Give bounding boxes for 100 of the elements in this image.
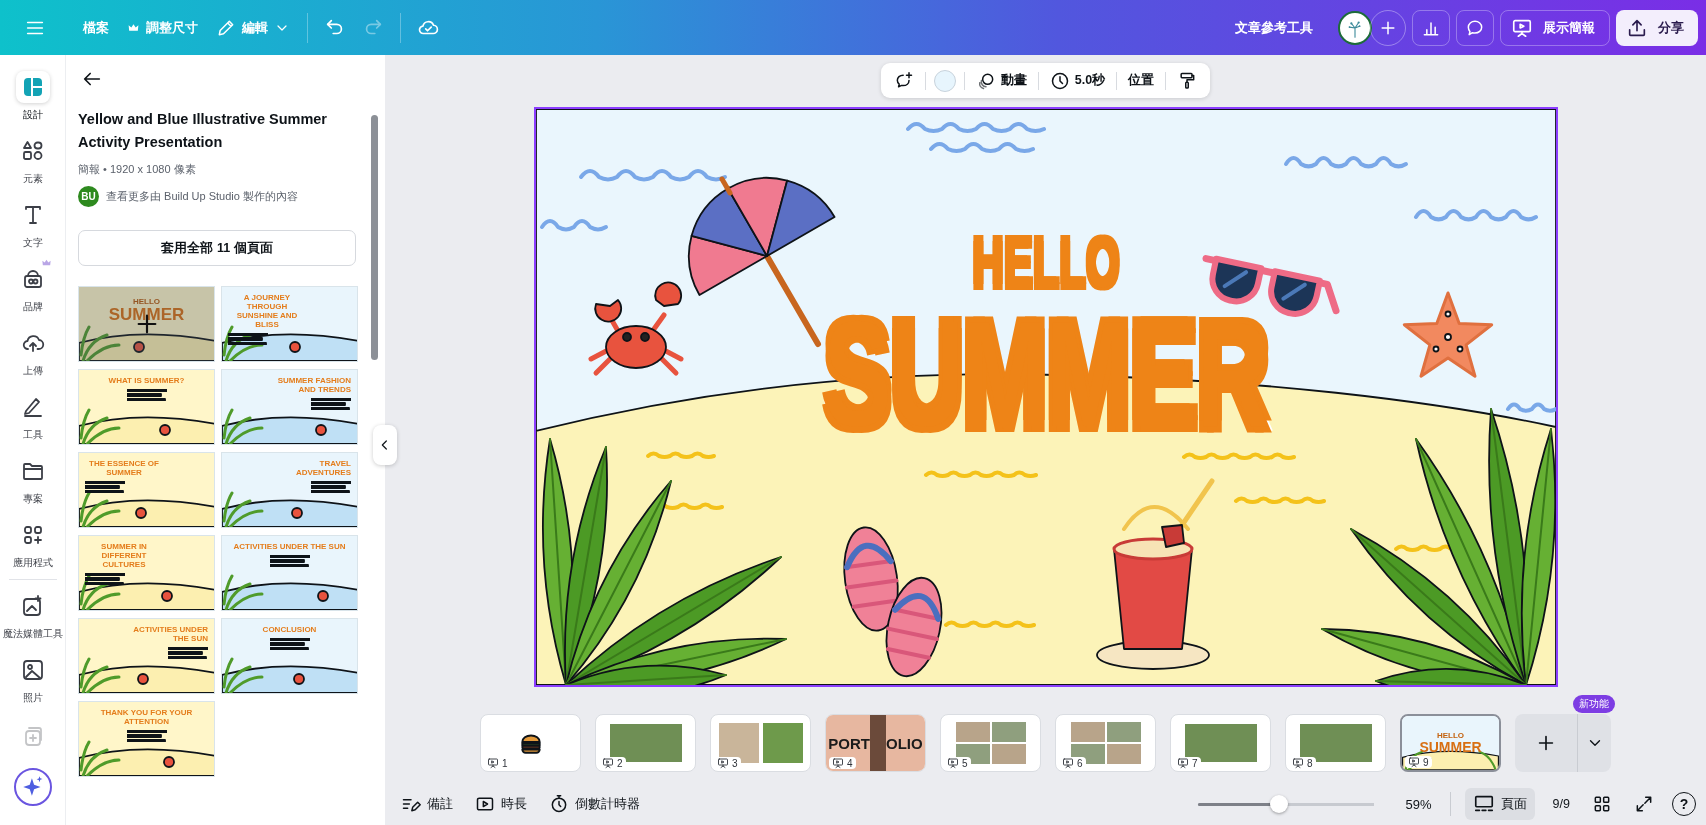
play-icon [475, 794, 495, 814]
text-lines-drawing [228, 333, 268, 345]
comments-button[interactable] [1456, 9, 1494, 46]
timer-icon [549, 794, 569, 814]
expand-icon [1634, 794, 1654, 814]
presenter-icon [832, 757, 844, 769]
thumbnail-title: ACTIVITIES UNDER THE SUN [233, 542, 346, 551]
sidebar-item[interactable]: 照片 [0, 648, 65, 712]
duration-button[interactable]: 時長 [471, 788, 531, 820]
text-lines-drawing [126, 389, 167, 401]
thumbnail-title: CONCLUSION [262, 625, 317, 634]
text-lines-drawing [311, 481, 351, 493]
text-lines-drawing [85, 481, 125, 493]
thumbnail-title: SUMMER [108, 306, 185, 324]
presenter-icon [1177, 757, 1189, 769]
magic-assistant-button[interactable] [13, 768, 52, 806]
position-button[interactable]: 位置 [1125, 66, 1158, 95]
page-number: 6 [1077, 757, 1083, 769]
presenter-icon [1292, 757, 1304, 769]
page-thumbnail[interactable]: 2 [595, 714, 696, 772]
photo-placeholder [1070, 722, 1105, 742]
thumbnail-title: SUMMER IN DIFFERENT CULTURES [100, 542, 148, 569]
page-thumbnail[interactable]: 1 [480, 714, 581, 772]
page-thumbnail[interactable]: HELLO SUMMER 9 [1400, 714, 1501, 772]
duration-button[interactable]: 5.0秒 [1046, 66, 1109, 95]
sidebar-item[interactable]: 元素 [0, 129, 65, 193]
template-title: Yellow and Blue Illustrative Summer Activity Presentation [78, 110, 328, 152]
thumbnail-title: THE ESSENCE OF SUMMER [88, 459, 160, 477]
page-thumbnail[interactable]: 7 [1170, 714, 1271, 772]
sidebar-item[interactable]: 魔法媒體工具 [0, 584, 65, 648]
scrollbar-thumb[interactable] [371, 115, 378, 360]
presenter-icon [1408, 756, 1420, 768]
timer-button[interactable]: 倒數計時器 [545, 788, 644, 820]
share-button[interactable]: 分享 [1616, 9, 1698, 46]
portfolio-text: OLIO [886, 734, 923, 752]
sidebar-item[interactable]: 品牌 [0, 257, 65, 321]
photo-placeholder [991, 744, 1026, 764]
presenter-icon [487, 757, 499, 769]
sidebar-item[interactable]: 設計 [0, 65, 65, 129]
page-thumbnail[interactable]: PORT OLIO 4 [825, 714, 926, 772]
background-color-swatch[interactable] [933, 69, 956, 92]
page-thumbnail[interactable]: 6 [1055, 714, 1156, 772]
apply-all-pages-button[interactable]: 套用全部 11 個頁面 [78, 230, 356, 266]
zoom-slider-thumb[interactable] [1269, 795, 1288, 813]
thumbnail-title: WHAT IS SUMMER? [108, 376, 185, 385]
photo-placeholder [762, 723, 803, 763]
shapes-icon [20, 139, 45, 163]
image-icon [20, 658, 45, 682]
page-number: 5 [962, 757, 968, 769]
text-lines-drawing [269, 638, 310, 650]
page-number: 1 [502, 757, 508, 769]
text-lines-drawing [168, 647, 208, 659]
present-button[interactable]: 展示簡報 [1500, 9, 1610, 46]
slide-headline: HELLO [971, 227, 1120, 299]
thumbnail-headline: HELLO [1436, 731, 1465, 740]
template-meta: 簡報 • 1920 x 1080 像素 [78, 162, 197, 177]
animate-button[interactable]: 動畫 [972, 66, 1030, 95]
clock-icon [1049, 70, 1070, 91]
new-feature-badge: 新功能 [1573, 695, 1615, 713]
presenter-icon [717, 757, 729, 769]
page-number: 2 [617, 757, 623, 769]
photo-placeholder [1106, 722, 1141, 742]
page-view-button[interactable]: 頁面 [1464, 788, 1535, 820]
page-thumbnail[interactable]: 5 [940, 714, 1041, 772]
thumbnail-title: THANK YOU FOR YOUR ATTENTION [99, 708, 194, 726]
presenter-icon [947, 757, 959, 769]
sidebar-item[interactable]: 工具 [0, 385, 65, 449]
text-lines-drawing [85, 573, 125, 585]
photo-placeholder [955, 722, 990, 742]
presenter-icon [602, 757, 614, 769]
thumbnail-title: A JOURNEY THROUGH SUNSHINE AND BLISS [235, 293, 299, 329]
page-number: 8 [1307, 757, 1313, 769]
insights-button[interactable] [1412, 9, 1450, 46]
presenter-icon [1062, 757, 1074, 769]
sidebar-item[interactable]: 應用程式 [0, 513, 65, 577]
page-number: 3 [732, 757, 738, 769]
photo-placeholder [870, 715, 886, 771]
creator-link[interactable]: 查看更多由 Build Up Studio 製作的內容 [106, 189, 298, 204]
page-thumbnail[interactable]: 8 [1285, 714, 1386, 772]
text-lines-drawing [126, 730, 167, 742]
page-number: 9 [1423, 756, 1429, 768]
text-lines-drawing [269, 555, 310, 567]
sidebar-item[interactable]: 上傳 [0, 321, 65, 385]
page-thumbnail[interactable]: 3 [710, 714, 811, 772]
sidebar-item[interactable]: 專案 [0, 449, 65, 513]
thumbnail-title: SUMMER [1419, 740, 1482, 755]
thumbnail-title: ACTIVITIES UNDER THE SUN [132, 625, 208, 643]
creator-avatar: BU [78, 186, 99, 207]
tool-link[interactable]: 文章參考工具 [1226, 9, 1322, 46]
sidebar-item[interactable]: 文字 [0, 193, 65, 257]
notes-button[interactable]: 備註 [397, 788, 457, 820]
page-number: 7 [1192, 757, 1198, 769]
page-count-button[interactable]: 9/9 [1548, 788, 1574, 820]
thumbnail-title: SUMMER FASHION AND TRENDS [276, 376, 351, 394]
photo-placeholder [991, 722, 1026, 742]
photo-placeholder [1106, 744, 1141, 764]
thumbnail-title: TRAVEL ADVENTURES [294, 459, 351, 477]
user-avatar[interactable] [1338, 10, 1372, 45]
grid-icon [1592, 794, 1612, 814]
zoom-percentage-button[interactable]: 59% [1401, 788, 1436, 820]
